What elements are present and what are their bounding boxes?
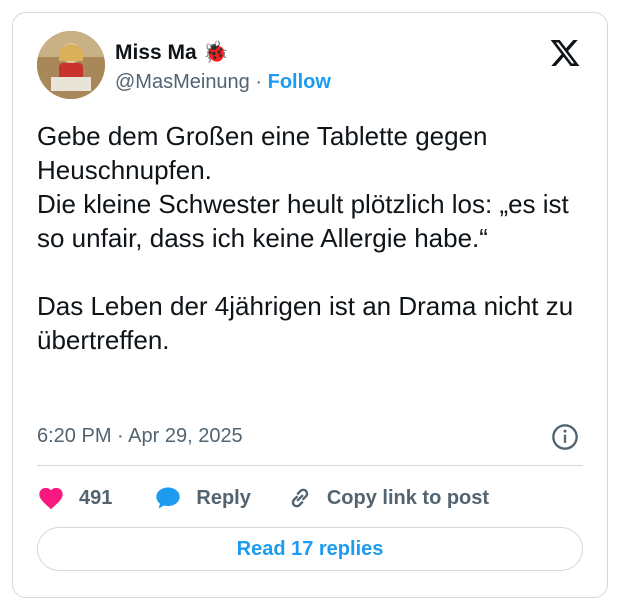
handle[interactable]: @MasMeinung [115, 71, 250, 93]
like-button[interactable]: 491 [37, 484, 112, 512]
separator-dot: · [255, 71, 263, 93]
copy-link-button[interactable]: Copy link to post [287, 485, 489, 511]
reply-button[interactable]: Reply [154, 484, 251, 512]
link-icon [291, 488, 309, 508]
tweet-line: Die kleine Schwester heult plötzlich los… [37, 189, 569, 253]
tweet-line: Das Leben der 4jährigen ist an Drama nic… [37, 291, 574, 355]
copy-link-label: Copy link to post [326, 486, 490, 509]
timestamp[interactable]: 6:20 PM · Apr 29, 2025 [37, 425, 243, 448]
like-count: 491 [79, 486, 113, 509]
display-name[interactable]: Miss Ma 🐞 [115, 41, 229, 65]
follow-button[interactable]: Follow [268, 71, 331, 93]
reply-label: Reply [196, 486, 251, 509]
info-icon[interactable] [551, 423, 579, 451]
handle-row: @MasMeinung · Follow [115, 71, 331, 94]
tweet-text: Gebe dem Großen eine Tablette gegen Heus… [37, 119, 587, 357]
heart-icon [39, 487, 63, 510]
tweet-card: Miss Ma 🐞 @MasMeinung · Follow Gebe dem … [12, 12, 608, 598]
tweet-line: Gebe dem Großen eine Tablette gegen Heus… [37, 121, 488, 185]
divider [37, 465, 583, 466]
avatar[interactable] [37, 31, 105, 99]
read-replies-button[interactable]: Read 17 replies [37, 527, 583, 571]
x-logo-icon[interactable] [549, 37, 581, 69]
action-bar: 491 Reply Copy link to post [37, 481, 489, 515]
reply-bubble-icon [156, 487, 181, 509]
